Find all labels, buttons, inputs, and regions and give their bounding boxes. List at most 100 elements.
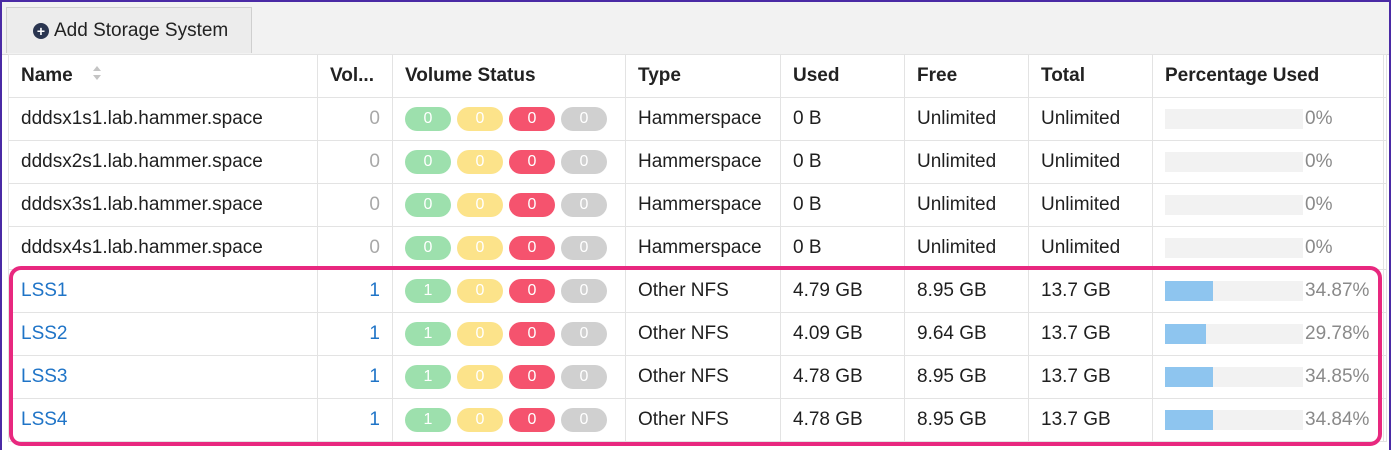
table-row[interactable]: LSS3 1 1000 Other NFS 4.78 GB 8.95 GB 13… [8, 355, 1387, 399]
status-ok-count[interactable]: 1 [405, 365, 451, 389]
cell-free: Unlimited [904, 183, 1029, 227]
sort-icon[interactable] [92, 65, 102, 87]
cell-name: dddsx1s1.lab.hammer.space [8, 97, 318, 141]
status-error-count[interactable]: 0 [509, 322, 555, 346]
add-storage-system-button[interactable]: + Add Storage System [6, 7, 252, 53]
status-error-count[interactable]: 0 [509, 279, 555, 303]
status-warning-count[interactable]: 0 [457, 279, 503, 303]
table-row[interactable]: dddsx3s1.lab.hammer.space 0 0000 Hammers… [8, 183, 1387, 227]
status-unknown-count[interactable]: 0 [561, 322, 607, 346]
status-unknown-count[interactable]: 0 [561, 150, 607, 174]
percentage-bar [1165, 195, 1303, 215]
column-header-volume-status[interactable]: Volume Status [392, 54, 626, 98]
cell-percentage-used: 0% [1152, 226, 1384, 270]
status-warning-count[interactable]: 0 [457, 408, 503, 432]
cell-volumes[interactable]: 1 [317, 312, 393, 356]
percentage-text: 34.85% [1305, 366, 1370, 387]
percentage-text: 29.78% [1305, 323, 1370, 344]
percentage-text: 0% [1305, 151, 1333, 172]
status-error-count[interactable]: 0 [509, 193, 555, 217]
column-header-total[interactable]: Total [1028, 54, 1153, 98]
storage-system-name: dddsx4s1.lab.hammer.space [21, 237, 263, 258]
cell-type: Other NFS [625, 398, 781, 442]
status-warning-count[interactable]: 0 [457, 193, 503, 217]
cell-volumes: 0 [317, 183, 393, 227]
cell-extra [1383, 398, 1387, 442]
status-warning-count[interactable]: 0 [457, 365, 503, 389]
cell-name[interactable]: LSS4 [8, 398, 318, 442]
cell-type: Other NFS [625, 269, 781, 313]
cell-used: 4.78 GB [780, 355, 905, 399]
column-header-name[interactable]: Name [8, 54, 318, 98]
percentage-bar [1165, 410, 1303, 430]
status-warning-count[interactable]: 0 [457, 150, 503, 174]
table-row[interactable]: dddsx1s1.lab.hammer.space 0 0000 Hammers… [8, 97, 1387, 141]
cell-used: 0 B [780, 97, 905, 141]
storage-system-name[interactable]: LSS4 [21, 409, 67, 430]
status-error-count[interactable]: 0 [509, 408, 555, 432]
status-unknown-count[interactable]: 0 [561, 193, 607, 217]
cell-extra [1383, 183, 1387, 227]
cell-volume-status: 0000 [392, 226, 626, 270]
status-unknown-count[interactable]: 0 [561, 107, 607, 131]
status-ok-count[interactable]: 1 [405, 322, 451, 346]
status-ok-count[interactable]: 0 [405, 193, 451, 217]
cell-type: Hammerspace [625, 226, 781, 270]
cell-name[interactable]: LSS3 [8, 355, 318, 399]
cell-percentage-used: 29.78% [1152, 312, 1384, 356]
cell-volumes[interactable]: 1 [317, 398, 393, 442]
percentage-bar-fill [1165, 281, 1214, 301]
status-ok-count[interactable]: 0 [405, 236, 451, 260]
cell-total: 13.7 GB [1028, 398, 1153, 442]
storage-system-name[interactable]: LSS3 [21, 366, 67, 387]
status-ok-count[interactable]: 0 [405, 107, 451, 131]
percentage-bar-fill [1165, 367, 1214, 387]
column-header-used[interactable]: Used [780, 54, 905, 98]
cell-free: 9.64 GB [904, 312, 1029, 356]
cell-volumes[interactable]: 1 [317, 269, 393, 313]
table-row[interactable]: LSS1 1 1000 Other NFS 4.79 GB 8.95 GB 13… [8, 269, 1387, 313]
storage-system-name[interactable]: LSS1 [21, 280, 67, 301]
cell-type: Other NFS [625, 312, 781, 356]
cell-name[interactable]: LSS2 [8, 312, 318, 356]
status-warning-count[interactable]: 0 [457, 236, 503, 260]
status-unknown-count[interactable]: 0 [561, 365, 607, 389]
status-warning-count[interactable]: 0 [457, 322, 503, 346]
status-unknown-count[interactable]: 0 [561, 408, 607, 432]
cell-percentage-used: 0% [1152, 183, 1384, 227]
cell-percentage-used: 34.85% [1152, 355, 1384, 399]
status-ok-count[interactable]: 1 [405, 279, 451, 303]
status-ok-count[interactable]: 0 [405, 150, 451, 174]
status-error-count[interactable]: 0 [509, 236, 555, 260]
table-row[interactable]: LSS4 1 1000 Other NFS 4.78 GB 8.95 GB 13… [8, 398, 1387, 442]
status-ok-count[interactable]: 1 [405, 408, 451, 432]
column-header-percentage-used[interactable]: Percentage Used [1152, 54, 1384, 98]
status-error-count[interactable]: 0 [509, 107, 555, 131]
status-unknown-count[interactable]: 0 [561, 279, 607, 303]
percentage-text: 34.84% [1305, 409, 1370, 430]
status-unknown-count[interactable]: 0 [561, 236, 607, 260]
table-row[interactable]: LSS2 1 1000 Other NFS 4.09 GB 9.64 GB 13… [8, 312, 1387, 356]
cell-volumes[interactable]: 1 [317, 355, 393, 399]
status-warning-count[interactable]: 0 [457, 107, 503, 131]
column-header-type[interactable]: Type [625, 54, 781, 98]
storage-system-name[interactable]: LSS2 [21, 323, 67, 344]
percentage-text: 0% [1305, 108, 1333, 129]
cell-type: Hammerspace [625, 97, 781, 141]
cell-extra [1383, 312, 1387, 356]
percentage-bar [1165, 152, 1303, 172]
cell-extra [1383, 355, 1387, 399]
column-header-volumes[interactable]: Vol... [317, 54, 393, 98]
percentage-bar [1165, 281, 1303, 301]
table-row[interactable]: dddsx4s1.lab.hammer.space 0 0000 Hammers… [8, 226, 1387, 270]
table-row[interactable]: dddsx2s1.lab.hammer.space 0 0000 Hammers… [8, 140, 1387, 184]
cell-used: 0 B [780, 226, 905, 270]
cell-name[interactable]: LSS1 [8, 269, 318, 313]
cell-used: 0 B [780, 183, 905, 227]
status-error-count[interactable]: 0 [509, 365, 555, 389]
cell-used: 0 B [780, 140, 905, 184]
column-header-free[interactable]: Free [904, 54, 1029, 98]
cell-name: dddsx3s1.lab.hammer.space [8, 183, 318, 227]
percentage-bar-fill [1165, 410, 1214, 430]
status-error-count[interactable]: 0 [509, 150, 555, 174]
